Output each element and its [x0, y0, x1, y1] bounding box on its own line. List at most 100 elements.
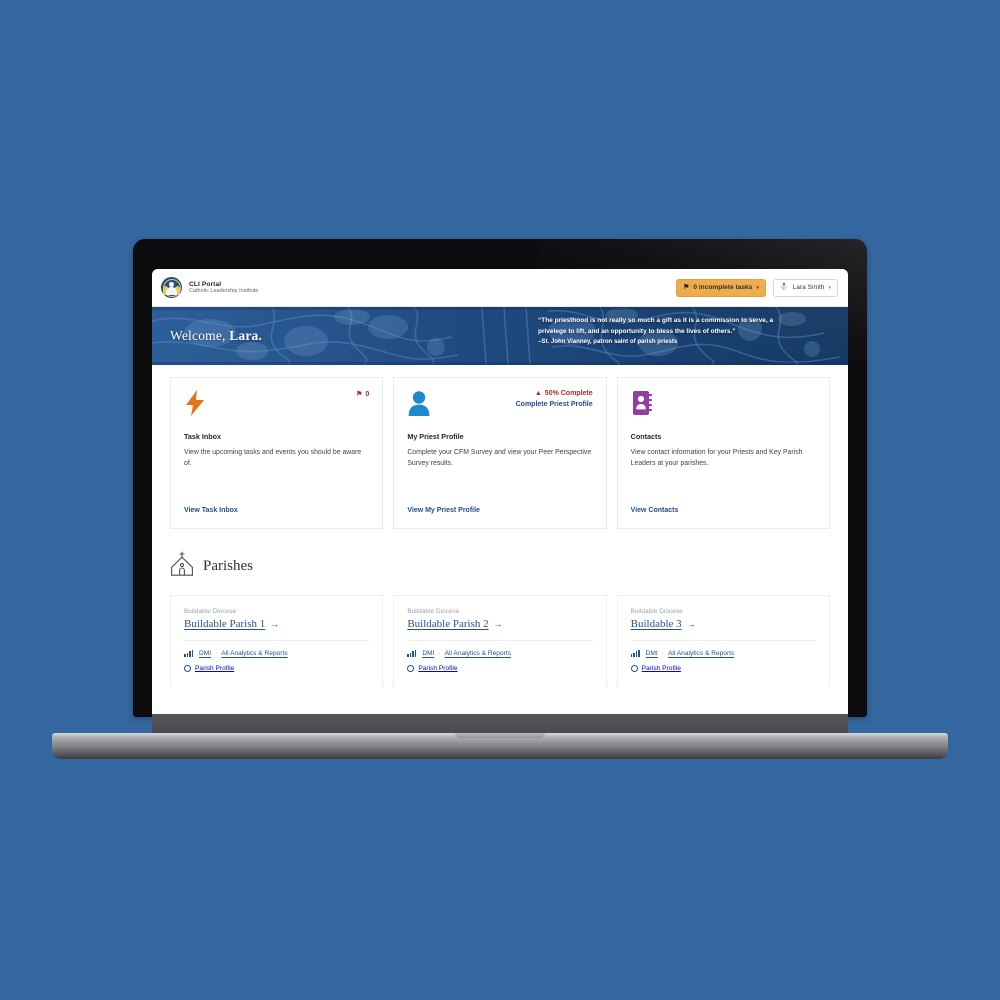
parishes-section: Parishes Buildable Diocese Buildable Par… — [152, 529, 848, 687]
page-title: Parishes — [203, 557, 253, 574]
parish-profile-links: Parish Profile — [630, 665, 816, 672]
card-top-row — [631, 390, 816, 424]
separator: · — [661, 650, 664, 657]
incomplete-tasks-label: 0 incomplete tasks — [693, 284, 753, 291]
person-avatar-icon — [407, 390, 431, 416]
location-pin-icon — [184, 665, 191, 672]
all-analytics-reports-link[interactable]: All Analytics & Reports — [668, 650, 734, 657]
card-description: Complete your CFM Survey and view your P… — [407, 449, 592, 467]
parish-card[interactable]: Buildable Diocese Buildable Parish 2 → D… — [393, 595, 607, 687]
card-description: View the upcoming tasks and events you s… — [184, 449, 362, 467]
parish-name-link[interactable]: Buildable 3 — [631, 618, 682, 630]
person-icon: ⛄ — [779, 284, 789, 291]
parish-profile-link[interactable]: Parish Profile — [642, 665, 681, 672]
chevron-down-icon: ▾ — [756, 284, 759, 291]
view-my-priest-profile-link[interactable]: View My Priest Profile — [407, 507, 480, 514]
all-analytics-reports-link[interactable]: All Analytics & Reports — [221, 650, 287, 657]
parish-name-link[interactable]: Buildable Parish 2 — [407, 618, 488, 630]
complete-priest-profile-link[interactable]: Complete Priest Profile — [516, 401, 593, 408]
flag-icon: ⚑ — [356, 391, 363, 398]
app-viewport: CLI Portal Catholic Leadership Institute… — [152, 269, 848, 717]
dmi-link[interactable]: DMI — [199, 650, 211, 657]
hero-quote: “The priesthood is not really so much a … — [538, 316, 834, 347]
welcome-name: Lara. — [229, 328, 263, 343]
completion-percent: 50% Complete — [544, 390, 593, 397]
dmi-link[interactable]: DMI — [646, 650, 658, 657]
parish-analytics-links: DMI · All Analytics & Reports — [184, 649, 369, 657]
all-analytics-reports-link[interactable]: All Analytics & Reports — [445, 650, 511, 657]
divider — [630, 640, 816, 641]
church-icon — [170, 551, 194, 581]
chevron-down-icon: ▾ — [828, 284, 831, 291]
quote-attribution: –St. John Vianney, patron saint of paris… — [538, 338, 678, 346]
welcome-prefix: Welcome, — [170, 328, 230, 343]
laptop-screen-bezel: CLI Portal Catholic Leadership Institute… — [133, 239, 867, 717]
view-contacts-link[interactable]: View Contacts — [631, 507, 679, 514]
brand-subtitle: Catholic Leadership Institute — [189, 288, 259, 295]
parish-analytics-links: DMI · All Analytics & Reports — [630, 649, 816, 657]
location-pin-icon — [407, 665, 415, 672]
separator: · — [215, 650, 218, 657]
separator: · — [438, 650, 441, 657]
hero-banner: Welcome, Lara. “The priesthood is not re… — [152, 307, 848, 365]
completion-status: ▲ 50% Complete — [516, 390, 593, 397]
user-menu-label: Lara Smith — [792, 284, 825, 291]
incomplete-tasks-button[interactable]: ⚑ 0 incomplete tasks ▾ — [676, 278, 766, 297]
laptop-trackpad-notch — [455, 733, 545, 738]
warning-triangle-icon: ▲ — [534, 390, 542, 397]
card-top-row: ▲ 50% Complete Complete Priest Profile — [407, 390, 593, 424]
parish-name-row[interactable]: Buildable Parish 2 → — [407, 618, 592, 630]
divider — [407, 640, 593, 641]
parish-card[interactable]: Buildable Diocese Buildable Parish 1 → D… — [170, 595, 384, 687]
bar-chart-icon — [184, 649, 193, 657]
card-contacts[interactable]: Contacts View contact information for yo… — [616, 377, 830, 529]
parish-analytics-links: DMI · All Analytics & Reports — [407, 649, 592, 657]
user-menu-button[interactable]: ⛄ Lara Smith ▾ — [772, 278, 838, 297]
dmi-link[interactable]: DMI — [422, 650, 434, 657]
feature-cards: ⚑ 0 Task Inbox View the upcoming tasks a… — [152, 365, 848, 529]
parish-diocese: Buildable Diocese — [407, 608, 460, 615]
bar-chart-icon — [630, 649, 640, 657]
lightning-bolt-icon — [184, 390, 208, 416]
parish-cards: Buildable Diocese Buildable Parish 1 → D… — [170, 595, 830, 687]
card-my-priest-profile[interactable]: ▲ 50% Complete Complete Priest Profile M… — [393, 377, 607, 529]
brand-block[interactable]: CLI Portal Catholic Leadership Institute — [161, 277, 258, 298]
welcome-heading: Welcome, Lara. — [170, 328, 262, 344]
quote-line-1: “The priesthood is not really so much a … — [538, 317, 774, 324]
parish-diocese: Buildable Diocese — [630, 608, 683, 615]
view-task-inbox-link[interactable]: View Task Inbox — [184, 507, 238, 514]
cli-globe-logo-icon — [161, 277, 182, 298]
divider — [184, 640, 370, 641]
address-book-icon — [631, 390, 655, 416]
card-top-row: ⚑ 0 — [184, 390, 369, 424]
card-description: View contact information for your Priest… — [630, 449, 803, 467]
task-flag-badge: ⚑ 0 — [356, 390, 370, 399]
parish-name-row[interactable]: Buildable 3 → — [631, 618, 816, 630]
location-pin-icon — [630, 665, 638, 672]
parish-diocese: Buildable Diocese — [184, 608, 237, 615]
card-title: Contacts — [630, 432, 662, 441]
task-count: 0 — [365, 390, 370, 398]
brand-title: CLI Portal — [189, 280, 222, 288]
flag-icon: ⚑ — [683, 284, 690, 291]
parish-card[interactable]: Buildable Diocese Buildable 3 → DMI · Al… — [616, 595, 830, 687]
card-title: My Priest Profile — [407, 432, 464, 441]
parishes-heading-row: Parishes — [170, 551, 830, 581]
parish-profile-link[interactable]: Parish Profile — [195, 665, 234, 672]
parish-profile-links: Parish Profile — [407, 665, 592, 672]
parish-profile-link[interactable]: Parish Profile — [418, 665, 457, 672]
card-title: Task Inbox — [184, 432, 222, 441]
arrow-right-icon: → — [686, 619, 696, 629]
navbar-actions: ⚑ 0 incomplete tasks ▾ ⛄ Lara Smith ▾ — [676, 278, 838, 297]
parish-name-row[interactable]: Buildable Parish 1 → — [184, 618, 369, 630]
brand-text: CLI Portal Catholic Leadership Institute — [189, 281, 258, 295]
parish-name-link[interactable]: Buildable Parish 1 — [184, 618, 265, 630]
quote-line-2: privelege to lift, and an opportunity to… — [538, 327, 736, 335]
parish-profile-links: Parish Profile — [184, 665, 369, 672]
app-navbar: CLI Portal Catholic Leadership Institute… — [152, 269, 848, 307]
arrow-right-icon: → — [270, 619, 280, 629]
laptop-mockup: CLI Portal Catholic Leadership Institute… — [0, 0, 1000, 1000]
arrow-right-icon: → — [493, 619, 503, 629]
card-task-inbox[interactable]: ⚑ 0 Task Inbox View the upcoming tasks a… — [170, 377, 384, 529]
profile-completion-badge: ▲ 50% Complete Complete Priest Profile — [516, 390, 593, 408]
